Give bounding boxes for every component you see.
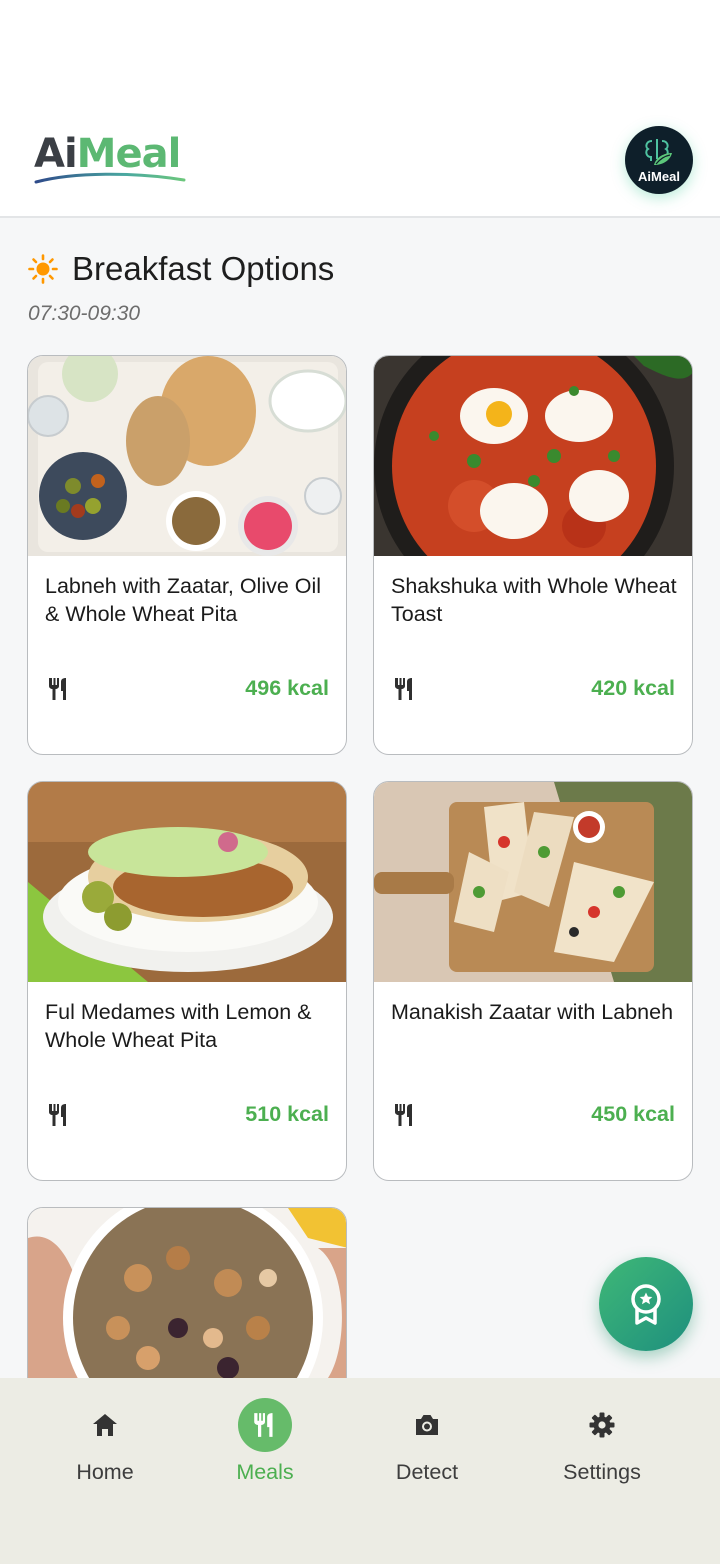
award-badge-icon [631, 1284, 661, 1325]
meal-image [28, 782, 346, 982]
meal-calories: 510 kcal [245, 1102, 329, 1126]
meal-image [374, 782, 692, 982]
meal-title: Ful Medames with Lemon & Whole Wheat Pit… [45, 1000, 312, 1052]
utensils-icon [395, 678, 412, 700]
meal-calories: 450 kcal [591, 1102, 675, 1126]
nav-icon-container [575, 1398, 629, 1452]
section-title: Breakfast Options [72, 250, 335, 287]
nav-item-settings[interactable]: Settings [522, 1378, 682, 1508]
nav-item-meals[interactable]: Meals [185, 1378, 345, 1508]
nav-item-detect[interactable]: Detect [347, 1378, 507, 1508]
nav-icon-container [78, 1398, 132, 1452]
nav-icon-container [238, 1398, 292, 1452]
section-time-range: 07:30-09:30 [28, 302, 141, 325]
meal-title: Labneh with Zaatar, Olive Oil & Whole Wh… [45, 574, 322, 626]
nav-label-settings: Settings [563, 1460, 641, 1484]
utensils-icon [395, 1104, 412, 1126]
nav-label-meals: Meals [236, 1460, 294, 1484]
meal-card[interactable]: Labneh with Zaatar, Olive Oil & Whole Wh… [27, 355, 347, 755]
brain-leaf-icon [645, 138, 672, 165]
nav-label-detect: Detect [395, 1460, 459, 1484]
nav-icon-container [400, 1398, 454, 1452]
app-logo: AiMeal [34, 130, 194, 190]
bottom-navigation: Home Meals Detect Settings [0, 1378, 720, 1564]
meal-title: Shakshuka with Whole Wheat Toast [391, 574, 677, 626]
utensils-icon [49, 1104, 66, 1126]
nav-item-home[interactable]: Home [25, 1378, 185, 1508]
home-icon [93, 1414, 117, 1436]
meal-card[interactable]: Shakshuka with Whole Wheat Toast 420 kca… [373, 355, 693, 755]
avatar-label: AiMeal [638, 168, 680, 184]
meal-calories: 420 kcal [591, 676, 675, 700]
meal-image [28, 356, 346, 556]
sun-icon [28, 254, 58, 284]
logo-swoosh-icon [34, 172, 186, 184]
meal-card[interactable]: Manakish Zaatar with Labneh 450 kcal [373, 781, 693, 1181]
utensils-icon [49, 678, 66, 700]
utensils-icon [254, 1413, 273, 1437]
camera-icon [416, 1415, 438, 1435]
nav-label-home: Home [76, 1460, 134, 1484]
meal-calories: 496 kcal [245, 676, 329, 700]
achievements-button[interactable] [599, 1257, 693, 1351]
meal-image [374, 356, 692, 556]
app-header: AiMeal AiMeal [0, 0, 720, 218]
meal-title: Manakish Zaatar with Labneh [391, 1000, 674, 1024]
profile-avatar[interactable]: AiMeal [625, 126, 693, 194]
gear-icon [589, 1412, 615, 1438]
meal-card[interactable]: Ful Medames with Lemon & Whole Wheat Pit… [27, 781, 347, 1181]
